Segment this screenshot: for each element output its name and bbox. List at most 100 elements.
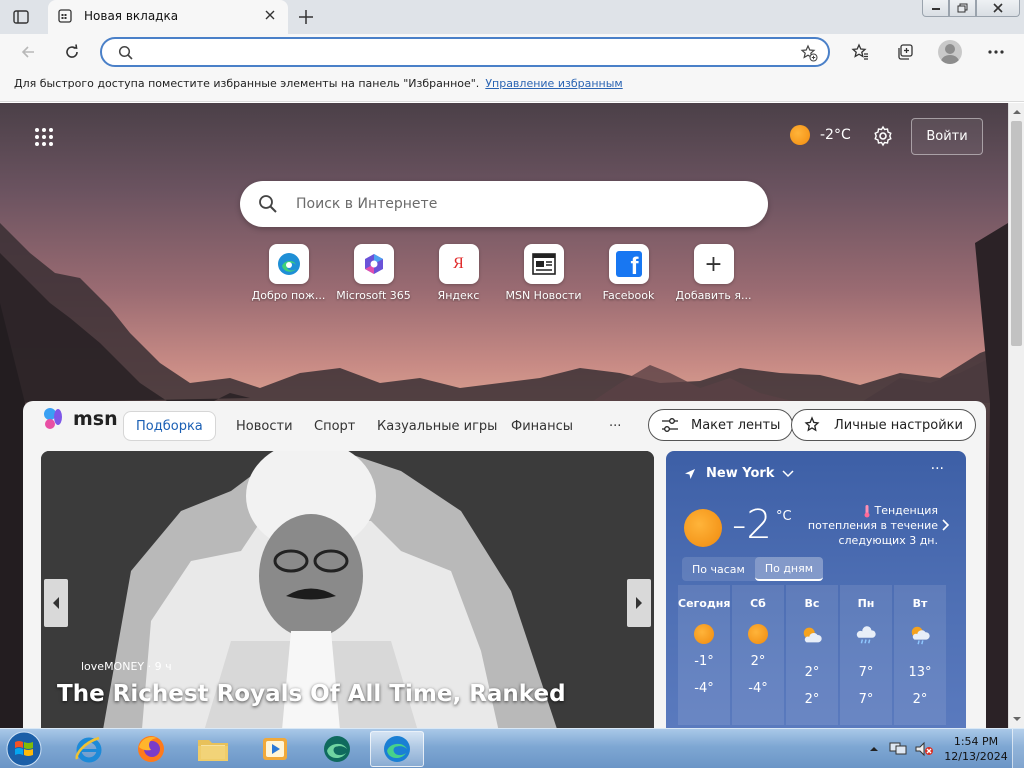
- show-desktop-button[interactable]: [1012, 729, 1024, 768]
- sun-icon: [790, 125, 810, 145]
- sparkle-star-icon: [804, 416, 820, 432]
- address-bar[interactable]: [100, 37, 830, 67]
- start-button[interactable]: [4, 730, 44, 768]
- personalize-button[interactable]: Личные настройки: [791, 409, 976, 441]
- windows-taskbar: 1:54 PM 12/13/2024: [0, 728, 1024, 768]
- msn-news-icon: [531, 253, 556, 275]
- clock-date: 12/13/2024: [944, 750, 1008, 763]
- quick-link-msn-news[interactable]: MSN Новости: [501, 244, 586, 302]
- profile-avatar[interactable]: [938, 40, 962, 64]
- edge-icon: [277, 253, 300, 275]
- network-icon[interactable]: [888, 741, 908, 757]
- search-icon: [258, 194, 278, 217]
- taskbar-file-explorer[interactable]: [186, 731, 240, 767]
- weather-more-button[interactable]: ···: [931, 461, 944, 477]
- thermometer-icon: [864, 505, 869, 518]
- add-icon: +: [704, 251, 723, 277]
- quick-link-facebook[interactable]: f Facebook: [586, 244, 671, 302]
- rain-cloud-icon: [856, 626, 876, 644]
- settings-gear-icon[interactable]: [872, 125, 894, 150]
- edge-beta-icon: [324, 736, 350, 762]
- tab-sport[interactable]: Спорт: [302, 411, 367, 441]
- sun-icon: [748, 624, 768, 644]
- forecast-day[interactable]: Вт 13° 2°: [894, 585, 946, 725]
- forecast-day[interactable]: Пн 7° 7°: [840, 585, 892, 725]
- quick-link-yandex[interactable]: Я Яндекс: [416, 244, 501, 302]
- volume-muted-icon[interactable]: [914, 741, 934, 757]
- tab-casual-games[interactable]: Казуальные игры: [365, 411, 509, 441]
- tab-podborka[interactable]: Подборка: [123, 411, 216, 441]
- feed-layout-button[interactable]: Макет ленты: [648, 409, 794, 441]
- apps-grid-icon[interactable]: [34, 127, 54, 147]
- carousel-next-button[interactable]: [627, 579, 651, 627]
- collections-icon[interactable]: [893, 40, 917, 64]
- more-menu-icon[interactable]: [984, 40, 1008, 64]
- tab-new-tab[interactable]: Новая вкладка: [48, 0, 288, 34]
- more-tabs-button[interactable]: ···: [597, 411, 633, 441]
- add-favorite-icon[interactable]: [800, 44, 818, 65]
- toggle-hourly[interactable]: По часам: [682, 557, 755, 581]
- page-scrollbar[interactable]: [1008, 103, 1024, 728]
- scroll-up-icon[interactable]: [1012, 107, 1022, 117]
- weather-trend[interactable]: Тенденция потепления в течение следующих…: [806, 503, 938, 548]
- refresh-icon[interactable]: [60, 40, 84, 64]
- day-name: Сегодня: [678, 597, 731, 610]
- facebook-letter: f: [630, 253, 639, 277]
- scroll-down-icon[interactable]: [1012, 714, 1022, 724]
- tab-actions-icon[interactable]: [12, 8, 30, 26]
- back-arrow-icon[interactable]: [16, 40, 40, 64]
- msn-logo[interactable]: msn: [43, 407, 118, 431]
- taskbar-media-player[interactable]: [248, 731, 302, 767]
- article-source-name: loveMONEY: [81, 660, 145, 673]
- new-tab-icon: [58, 9, 72, 23]
- header-weather[interactable]: -2°C: [790, 125, 851, 145]
- weather-current-temp: -2: [732, 502, 772, 548]
- sign-in-button[interactable]: Войти: [911, 118, 983, 155]
- weather-card[interactable]: New York ··· -2 °C Тенденция потепления …: [666, 451, 966, 728]
- quick-link-label: Яндекс: [437, 289, 480, 302]
- msn-logo-text: msn: [73, 408, 118, 430]
- chevron-right-icon[interactable]: [942, 519, 950, 534]
- forecast-day[interactable]: Сб 2° -4°: [732, 585, 784, 725]
- forecast-day[interactable]: Вс 2° 2°: [786, 585, 838, 725]
- tab-news[interactable]: Новости: [224, 411, 305, 441]
- quick-link-label: Добавить я...: [675, 289, 752, 302]
- day-low: 2°: [912, 692, 928, 707]
- weather-trend-text: Тенденция потепления в течение следующих…: [807, 504, 938, 547]
- personalize-label: Личные настройки: [834, 417, 963, 433]
- taskbar-firefox[interactable]: [124, 731, 178, 767]
- system-tray: [868, 733, 934, 765]
- close-window-button[interactable]: [976, 0, 1020, 17]
- day-low: -4°: [694, 681, 714, 696]
- article-age: · 9 ч: [147, 660, 172, 673]
- scrollbar-thumb[interactable]: [1011, 121, 1022, 346]
- taskbar-edge-active[interactable]: [370, 731, 424, 767]
- msn-butterfly-icon: [44, 408, 62, 429]
- forecast-day[interactable]: Сегодня -1° -4°: [678, 585, 730, 725]
- web-search-box[interactable]: Поиск в Интернете: [240, 181, 768, 227]
- taskbar-internet-explorer[interactable]: [62, 731, 116, 767]
- manage-favorites-link[interactable]: Управление избранным: [485, 77, 622, 90]
- tab-finance[interactable]: Финансы: [499, 411, 585, 441]
- search-placeholder: Поиск в Интернете: [296, 196, 438, 212]
- quick-link-microsoft365[interactable]: Microsoft 365: [331, 244, 416, 302]
- minimize-button[interactable]: [922, 0, 949, 17]
- favorites-icon[interactable]: [848, 40, 872, 64]
- close-tab-icon[interactable]: [264, 9, 276, 21]
- quick-link-add[interactable]: + Добавить я...: [671, 244, 756, 302]
- tab-title: Новая вкладка: [84, 9, 179, 23]
- favorites-bar: Для быстрого доступа поместите избранные…: [0, 70, 1024, 102]
- new-tab-plus-icon[interactable]: [296, 7, 316, 27]
- taskbar-edge-beta[interactable]: [310, 731, 364, 767]
- tray-expand-icon[interactable]: [868, 743, 880, 755]
- windows-logo-icon: [6, 731, 42, 767]
- hero-article-card[interactable]: loveMONEY · 9 ч The Richest Royals Of Al…: [41, 451, 654, 728]
- carousel-prev-button[interactable]: [44, 579, 68, 627]
- weather-location[interactable]: New York: [684, 466, 804, 481]
- toggle-daily[interactable]: По дням: [754, 557, 824, 581]
- taskbar-clock[interactable]: 1:54 PM 12/13/2024: [944, 734, 1008, 764]
- article-headline[interactable]: The Richest Royals Of All Time, Ranked: [57, 681, 566, 707]
- location-arrow-icon: [685, 468, 695, 479]
- quick-link-welcome[interactable]: Добро пож...: [246, 244, 331, 302]
- restore-button[interactable]: [949, 0, 976, 17]
